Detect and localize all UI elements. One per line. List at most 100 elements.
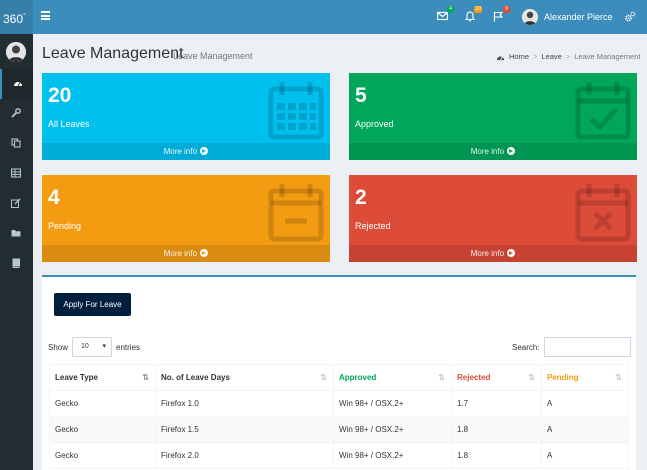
calendar-icon (268, 82, 324, 140)
sidebar-item-tools[interactable] (0, 99, 33, 129)
notifications-count-badge: 10 (474, 6, 482, 13)
rejected-count: 2 (355, 186, 367, 209)
user-avatar[interactable] (522, 9, 538, 25)
all-leaves-count: 20 (48, 84, 72, 107)
cell-leave-type: Gecko (49, 416, 156, 443)
column-header-leave-type[interactable]: Leave Type ⇅ (49, 364, 156, 391)
breadcrumb-home[interactable]: Home (509, 52, 529, 61)
breadcrumb-leave[interactable]: Leave (541, 52, 561, 61)
table-header-row: Leave Type ⇅ No. of Leave Days ⇅ Approved ⇅… (49, 364, 629, 391)
wrench-icon (11, 108, 21, 118)
notifications-button[interactable]: 10 (464, 6, 482, 23)
page-title: Leave Management (42, 45, 184, 62)
top-navbar: 360° 4 10 9 Alexander Pierce (0, 0, 647, 34)
breadcrumb-separator: > (533, 52, 538, 61)
table-row: Gecko Firefox 1.0 Win 98+ / OSX.2+ 1.7 A (49, 390, 629, 417)
table-row: Gecko Firefox 1.5 Win 98+ / OSX.2+ 1.8 A (49, 416, 629, 443)
cell-leave-days: Firefox 1.0 (155, 390, 334, 417)
sidebar-item-dashboard[interactable] (0, 69, 33, 99)
approved-count: 5 (355, 84, 367, 107)
sidebar-item-copy[interactable] (0, 129, 33, 159)
breadcrumb: Home > Leave > Leave Management (496, 52, 641, 61)
pending-more-info-link[interactable]: More info (42, 245, 330, 262)
cell-leave-type: Gecko (49, 442, 156, 469)
pending-label: Pending (48, 221, 82, 231)
arrow-circle-right-icon (200, 249, 209, 257)
tasks-count-badge: 9 (503, 6, 510, 13)
envelope-icon (436, 11, 449, 21)
search-control: Search: (512, 337, 631, 357)
arrow-circle-right-icon (507, 249, 516, 257)
arrow-circle-right-icon (507, 147, 516, 155)
sidebar-item-book[interactable] (0, 249, 33, 279)
calendar-times-icon (575, 184, 631, 242)
cell-leave-days: Firefox 2.0 (155, 442, 334, 469)
edit-icon (11, 198, 21, 208)
sidebar (0, 34, 33, 470)
entries-label: entries (116, 342, 141, 352)
cell-rejected: 1.7 (451, 390, 542, 417)
all-leaves-box: 20 All Leaves More info (42, 73, 330, 160)
sort-alpha-icon: ⇅ (142, 373, 149, 382)
messages-count-badge: 4 (447, 6, 454, 13)
approved-more-info-link[interactable]: More info (349, 143, 637, 160)
settings-gears-icon[interactable] (624, 11, 636, 23)
page-subtitle: Leave Management (173, 51, 253, 61)
leave-table: Leave Type ⇅ No. of Leave Days ⇅ Approved ⇅… (49, 364, 629, 469)
search-input[interactable] (543, 337, 631, 357)
tasks-button[interactable]: 9 (493, 6, 510, 23)
breadcrumb-current: Leave Management (574, 52, 641, 61)
all-leaves-label: All Leaves (48, 119, 90, 129)
cell-approved: Win 98+ / OSX.2+ (333, 390, 452, 417)
entries-select[interactable]: 10 (72, 337, 113, 357)
column-header-rejected[interactable]: Rejected ⇅ (451, 364, 542, 391)
dashboard-icon (14, 82, 22, 87)
column-header-pending[interactable]: Pending ⇅ (541, 364, 629, 391)
sort-icon: ⇅ (615, 373, 622, 382)
user-name[interactable]: Alexander Pierce (544, 12, 613, 22)
leave-list-panel: Apply For Leave Show 10 entries Search: … (42, 275, 636, 470)
apply-for-leave-button[interactable]: Apply For Leave (54, 293, 131, 316)
entries-control: Show 10 entries (48, 337, 140, 357)
column-header-leave-days[interactable]: No. of Leave Days ⇅ (155, 364, 334, 391)
table-icon (11, 168, 21, 178)
pending-count: 4 (48, 186, 60, 209)
calendar-check-icon (575, 82, 631, 140)
arrow-circle-right-icon (200, 147, 209, 155)
sort-icon: ⇅ (528, 373, 535, 382)
sidebar-item-table[interactable] (0, 159, 33, 189)
approved-box: 5 Approved More info (349, 73, 637, 160)
rejected-label: Rejected (355, 221, 391, 231)
cell-rejected: 1.8 (451, 416, 542, 443)
calendar-minus-icon (268, 184, 324, 242)
cell-leave-days: Firefox 1.5 (155, 416, 334, 443)
cell-rejected: 1.8 (451, 442, 542, 469)
search-label: Search: (512, 342, 540, 352)
cell-pending: A (541, 390, 629, 417)
book-icon (12, 258, 21, 268)
cell-approved: Win 98+ / OSX.2+ (333, 416, 452, 443)
sidebar-toggle-icon[interactable] (41, 11, 50, 20)
copy-icon (11, 138, 21, 148)
app-logo[interactable]: 360° (0, 0, 33, 34)
table-row: Gecko Firefox 2.0 Win 98+ / OSX.2+ 1.8 A (49, 442, 629, 469)
sort-icon: ⇅ (320, 373, 327, 382)
all-leaves-more-info-link[interactable]: More info (42, 143, 330, 160)
bell-icon (464, 11, 476, 22)
breadcrumb-separator: > (565, 52, 571, 61)
cell-pending: A (541, 416, 629, 443)
sidebar-user-avatar (6, 42, 26, 62)
dashboard-icon (496, 56, 505, 60)
cell-leave-type: Gecko (49, 390, 156, 417)
sort-icon: ⇅ (438, 373, 445, 382)
messages-button[interactable]: 4 (436, 6, 454, 23)
rejected-more-info-link[interactable]: More info (349, 245, 637, 262)
cell-pending: A (541, 442, 629, 469)
sidebar-item-folder[interactable] (0, 219, 33, 249)
sidebar-item-edit[interactable] (0, 189, 33, 219)
column-header-approved[interactable]: Approved ⇅ (333, 364, 452, 391)
approved-label: Approved (355, 119, 394, 129)
flag-icon (493, 11, 504, 22)
rejected-box: 2 Rejected More info (349, 175, 637, 262)
pending-box: 4 Pending More info (42, 175, 330, 262)
